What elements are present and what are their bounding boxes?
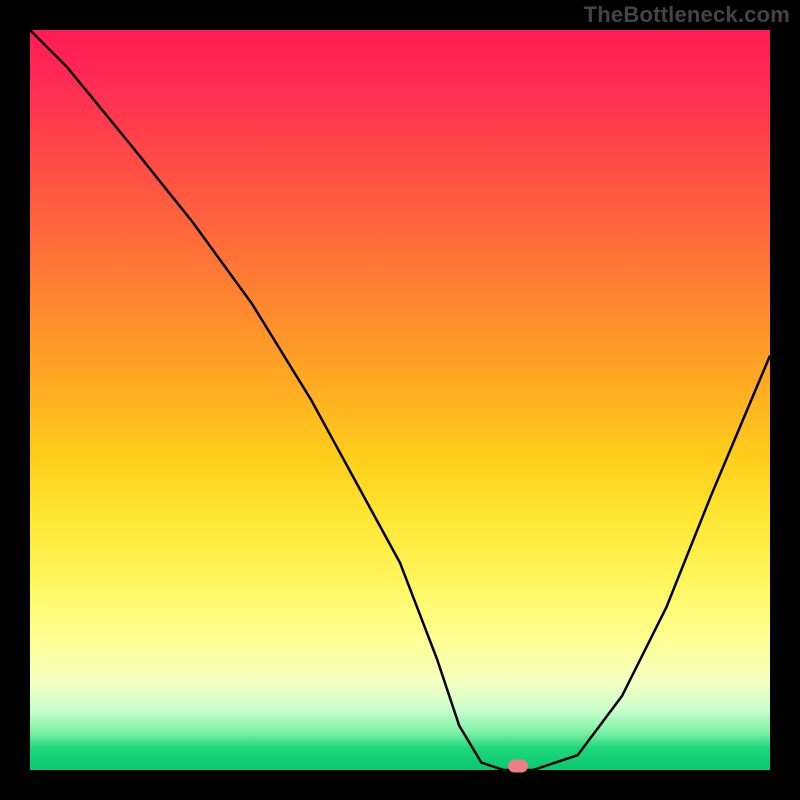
curve-svg [30, 30, 770, 770]
plot-area [30, 30, 770, 770]
optimal-marker [508, 760, 528, 773]
bottleneck-curve [30, 30, 770, 770]
attribution-text: TheBottleneck.com [584, 2, 790, 28]
chart-container: TheBottleneck.com [0, 0, 800, 800]
